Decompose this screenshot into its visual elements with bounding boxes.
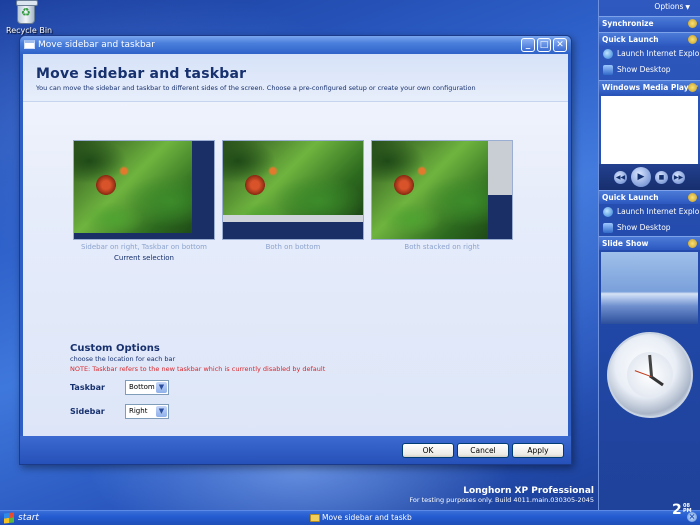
- start-label: start: [18, 513, 39, 523]
- media-player-header[interactable]: Windows Media Player: [599, 80, 700, 94]
- launch-internet-explorer-2[interactable]: Launch Internet Explorer: [599, 204, 700, 220]
- internet-explorer-icon: [603, 207, 613, 217]
- lightning-icon: [688, 193, 697, 202]
- show-desktop-icon: [603, 223, 613, 233]
- page-subtitle: You can move the sidebar and taskbar to …: [36, 84, 568, 92]
- window-client: Move sidebar and taskbar You can move th…: [23, 54, 568, 436]
- watermark-subtitle: For testing purposes only. Build 4011.ma…: [409, 496, 594, 504]
- option-sidebar-right-taskbar-bottom[interactable]: Sidebar on right, Taskbar on bottom Curr…: [73, 140, 215, 262]
- taskbar-select[interactable]: Bottom ▼: [125, 380, 169, 395]
- slide-show-image[interactable]: [601, 252, 698, 324]
- sidebar-options-label: Options: [654, 2, 683, 11]
- start-button[interactable]: start: [0, 511, 55, 525]
- window-titlebar[interactable]: Move sidebar and taskbar _ □ ✕: [20, 36, 571, 54]
- quick-launch-label: Quick Launch: [602, 35, 659, 44]
- launch-internet-explorer[interactable]: Launch Internet Explorer: [599, 46, 700, 62]
- sidebar-label: Sidebar: [70, 407, 125, 416]
- analog-clock[interactable]: [607, 332, 693, 418]
- sidebar-options-button[interactable]: Options▼: [599, 0, 700, 16]
- taskbar-item-move-sidebar[interactable]: Move sidebar and taskb: [308, 511, 412, 525]
- custom-options-subtitle: choose the location for each bar: [70, 355, 325, 363]
- close-button[interactable]: ✕: [553, 38, 567, 52]
- recycle-bin-icon: [17, 2, 35, 24]
- clock-icon: [607, 332, 693, 418]
- slide-show-header[interactable]: Slide Show: [599, 236, 700, 250]
- sidebar: Options▼ Synchronize Quick Launch Launch…: [598, 0, 700, 510]
- option-both-bottom[interactable]: Both on bottom: [222, 140, 364, 251]
- window-title: Move sidebar and taskbar: [38, 40, 155, 50]
- preview-sidebar: [192, 141, 214, 239]
- synchronize-header[interactable]: Synchronize: [599, 16, 700, 30]
- launch-ie-label: Launch Internet Explorer: [617, 207, 700, 216]
- quick-launch-header-2[interactable]: Quick Launch: [599, 190, 700, 204]
- stop-icon[interactable]: ■: [655, 171, 668, 184]
- custom-options-note: NOTE: Taskbar refers to the new taskbar …: [70, 365, 325, 373]
- taskbar-select-value: Bottom: [129, 383, 155, 391]
- recycle-bin[interactable]: Recycle Bin: [6, 2, 46, 35]
- option-label: Both on bottom: [222, 243, 364, 251]
- show-desktop-label: Show Desktop: [617, 223, 671, 232]
- preview-bottom-bars: [223, 215, 363, 239]
- quick-launch-label: Quick Launch: [602, 193, 659, 202]
- media-player-icon: [688, 83, 697, 92]
- option-label: Both stacked on right: [371, 243, 513, 251]
- ok-button[interactable]: OK: [402, 443, 454, 458]
- page-title: Move sidebar and taskbar: [36, 66, 568, 82]
- launch-ie-label: Launch Internet Explorer: [617, 49, 700, 58]
- media-player-controls: ◀◀ ▶ ■ ▶▶: [599, 164, 700, 190]
- minimize-button[interactable]: _: [521, 38, 535, 52]
- media-player-screen: [601, 96, 698, 164]
- option-label: Sidebar on right, Taskbar on bottom: [73, 243, 215, 251]
- sidebar-select-value: Right: [129, 407, 147, 415]
- sidebar-field: Sidebar Right ▼: [70, 404, 169, 419]
- option-both-stacked-right[interactable]: Both stacked on right: [371, 140, 513, 251]
- maximize-button[interactable]: □: [537, 38, 551, 52]
- window-icon: [24, 40, 35, 49]
- close-sidebar-icon[interactable]: ×: [687, 512, 697, 522]
- chevron-down-icon[interactable]: ▼: [156, 406, 167, 417]
- chevron-down-icon: ▼: [685, 4, 690, 11]
- taskbar-field: Taskbar Bottom ▼: [70, 380, 169, 395]
- window-footer: OK Cancel Apply: [20, 436, 571, 464]
- clock-hour: 2: [672, 502, 682, 518]
- preview-right-bars: [488, 141, 512, 239]
- move-sidebar-window: Move sidebar and taskbar _ □ ✕ Move side…: [19, 35, 572, 465]
- taskbar-item-label: Move sidebar and taskb: [322, 513, 412, 522]
- watermark-title: Longhorn XP Professional: [409, 486, 594, 496]
- option-thumbnail[interactable]: [371, 140, 513, 240]
- option-thumbnail[interactable]: [73, 140, 215, 240]
- custom-options-title: Custom Options: [70, 343, 325, 354]
- option-thumbnail[interactable]: [222, 140, 364, 240]
- show-desktop-icon: [603, 65, 613, 75]
- cancel-button[interactable]: Cancel: [457, 443, 509, 458]
- sidebar-select[interactable]: Right ▼: [125, 404, 169, 419]
- taskbar: start Move sidebar and taskb: [0, 510, 700, 525]
- preview-taskbar: [74, 233, 214, 239]
- previous-track-icon[interactable]: ◀◀: [614, 171, 627, 184]
- show-desktop-label: Show Desktop: [617, 65, 671, 74]
- apply-button[interactable]: Apply: [512, 443, 564, 458]
- media-player-label: Windows Media Player: [602, 83, 697, 92]
- recycle-bin-label: Recycle Bin: [6, 26, 52, 35]
- slide-show-icon: [688, 239, 697, 248]
- next-track-icon[interactable]: ▶▶: [672, 171, 685, 184]
- slide-show-label: Slide Show: [602, 239, 648, 248]
- build-watermark: Longhorn XP Professional For testing pur…: [409, 486, 594, 504]
- tray-clock[interactable]: 2 08PM: [672, 502, 682, 518]
- folder-icon: [310, 514, 320, 522]
- sync-icon: [688, 19, 697, 28]
- taskbar-label: Taskbar: [70, 383, 125, 392]
- show-desktop[interactable]: Show Desktop: [599, 62, 700, 78]
- play-icon[interactable]: ▶: [631, 167, 651, 187]
- windows-logo-icon: [4, 512, 14, 523]
- lightning-icon: [688, 35, 697, 44]
- show-desktop-2[interactable]: Show Desktop: [599, 220, 700, 236]
- header-band: Move sidebar and taskbar You can move th…: [23, 54, 568, 102]
- custom-options: Custom Options choose the location for e…: [70, 343, 325, 373]
- chevron-down-icon[interactable]: ▼: [156, 382, 167, 393]
- internet-explorer-icon: [603, 49, 613, 59]
- synchronize-label: Synchronize: [602, 19, 654, 28]
- quick-launch-header[interactable]: Quick Launch: [599, 32, 700, 46]
- current-selection-label: Current selection: [73, 254, 215, 262]
